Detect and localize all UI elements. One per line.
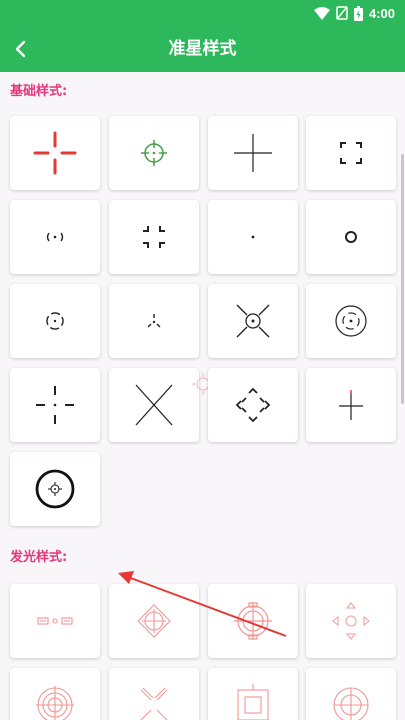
- green-circle-crosshair-icon: [141, 140, 167, 166]
- crosshair-card-16[interactable]: [306, 368, 396, 442]
- clock: 4:00: [368, 5, 395, 21]
- crosshair-card-8[interactable]: [306, 200, 396, 274]
- chevron-left-icon: [15, 40, 26, 58]
- crosshair-card-9[interactable]: [10, 284, 100, 358]
- page-title: 准星样式: [168, 39, 237, 59]
- crosshair-card-13[interactable]: [10, 368, 100, 442]
- glow-rings-crosshair-icon: [36, 686, 74, 720]
- glow-crosshair-card-6[interactable]: [109, 668, 199, 720]
- glow-crosshair-card-2[interactable]: [109, 584, 199, 658]
- toolbar: 准星样式: [0, 26, 405, 72]
- corner-ticks-crosshair-icon: [143, 226, 165, 248]
- crosshair-card-17[interactable]: [10, 452, 100, 526]
- parentheses-dot-crosshair-icon: [46, 232, 64, 242]
- scrollbar[interactable]: [401, 154, 404, 404]
- big-x-crosshair-icon: [135, 373, 214, 426]
- dashed-circle-crosshair-icon: [46, 312, 64, 330]
- glow-circle-crosshair-icon: [234, 602, 272, 640]
- glow-crosshair-card-5[interactable]: [10, 668, 100, 720]
- glow-crosshair-card-7[interactable]: [208, 668, 298, 720]
- crosshair-card-5[interactable]: [10, 200, 100, 274]
- glow-crosshair-card-3[interactable]: [208, 584, 298, 658]
- dot-crosshair-icon: [251, 235, 255, 239]
- concentric-circle-crosshair-icon: [335, 305, 367, 337]
- glow-diamond-crosshair-icon: [137, 604, 171, 638]
- no-signal-icon: [336, 6, 348, 20]
- crosshair-card-15[interactable]: [208, 368, 298, 442]
- glow-bars-crosshair-icon: [37, 617, 73, 625]
- content-area: 基础样式: 发光样式:: [0, 72, 405, 720]
- dashed-cross-crosshair-icon: [36, 386, 74, 424]
- red-cross-crosshair-icon: [33, 131, 77, 175]
- glow-crosshair-card-1[interactable]: [10, 584, 100, 658]
- back-button[interactable]: [4, 32, 38, 66]
- crosshair-card-11[interactable]: [208, 284, 298, 358]
- glow-arrows-crosshair-icon: [332, 602, 370, 640]
- small-circle-crosshair-icon: [345, 231, 357, 243]
- x-circle-crosshair-icon: [236, 304, 270, 338]
- crosshair-card-3[interactable]: [208, 116, 298, 190]
- glow-target-crosshair-icon: [333, 687, 369, 720]
- bold-circle-crosshair-icon: [35, 469, 75, 509]
- crosshair-card-14[interactable]: [109, 368, 214, 442]
- crosshair-card-4[interactable]: [306, 116, 396, 190]
- crosshair-card-6[interactable]: [109, 200, 199, 274]
- status-icons: 4:00: [313, 4, 395, 22]
- crosshair-card-7[interactable]: [208, 200, 298, 274]
- diamond-chevrons-crosshair-icon: [235, 387, 271, 423]
- crosshair-card-2[interactable]: [109, 116, 199, 190]
- tri-dot-crosshair-icon: [147, 314, 161, 328]
- crosshair-card-12[interactable]: [306, 284, 396, 358]
- section-title-basic: 基础样式:: [10, 84, 68, 99]
- status-bar: 4:00: [0, 0, 405, 26]
- section-title-glow: 发光样式:: [10, 550, 68, 565]
- glow-square-crosshair-icon: [237, 684, 269, 720]
- crosshair-card-10[interactable]: [109, 284, 199, 358]
- glow-crosshair-card-4[interactable]: [306, 584, 396, 658]
- tall-cross-crosshair-icon: [339, 390, 363, 420]
- battery-icon: [353, 5, 363, 21]
- wifi-icon: [313, 6, 330, 20]
- glow-crosshair-card-8[interactable]: [306, 668, 396, 720]
- thin-cross-crosshair-icon: [234, 134, 272, 172]
- glow-x-crosshair-icon: [140, 687, 168, 720]
- corner-brackets-crosshair-icon: [340, 142, 362, 164]
- crosshair-card-1[interactable]: [10, 116, 100, 190]
